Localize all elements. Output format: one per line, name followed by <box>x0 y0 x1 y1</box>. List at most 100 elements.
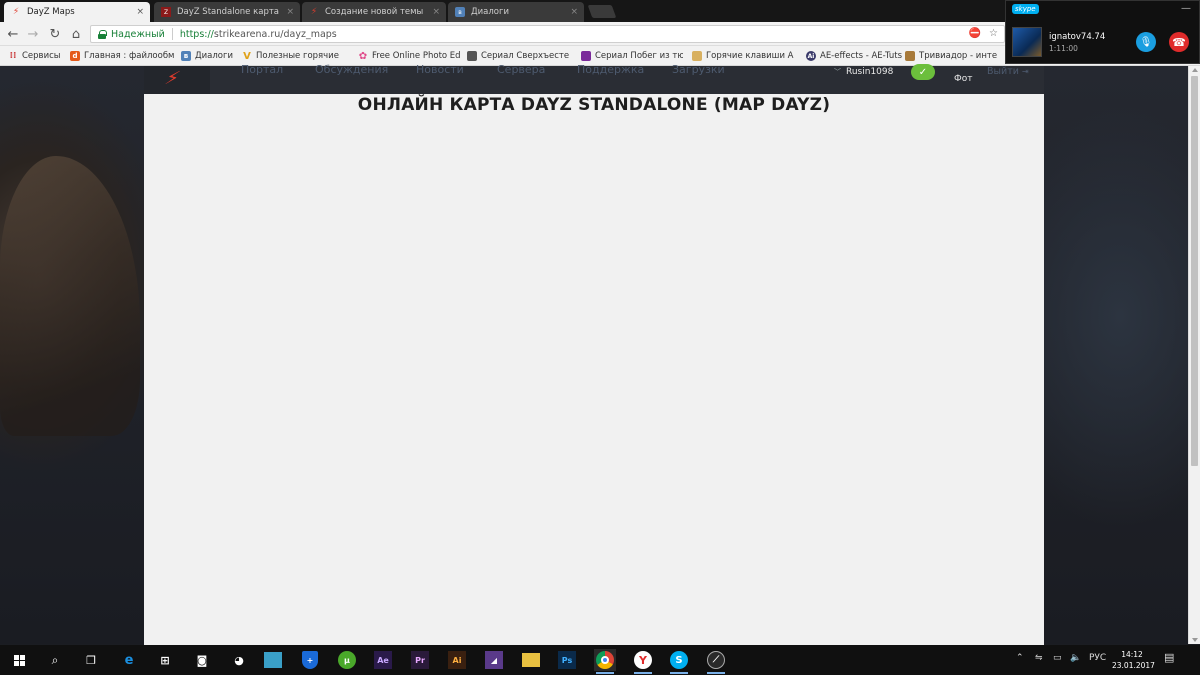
taskbar-yandex[interactable]: Y <box>632 649 654 674</box>
nav-portal[interactable]: Портал <box>241 63 283 76</box>
minimize-icon[interactable]: — <box>1181 3 1191 14</box>
apps-icon: ⁞⁞ <box>9 51 17 61</box>
bookmark-ae-hotkeys[interactable]: Горячие клавиши А <box>692 49 794 63</box>
close-icon[interactable]: × <box>432 7 440 17</box>
forward-button[interactable]: → <box>24 25 42 43</box>
taskbar-video-editor[interactable]: ◢ <box>485 651 503 669</box>
nav-discussions[interactable]: Обсуждения <box>315 63 388 76</box>
call-duration: 1:11:00 <box>1049 44 1078 53</box>
back-button[interactable]: ← <box>4 25 22 43</box>
scroll-down-icon[interactable] <box>1192 638 1198 642</box>
taskbar-after-effects[interactable]: Ae <box>374 651 392 669</box>
lightning-icon: ⚡ <box>12 7 20 17</box>
notifications-icon[interactable]: ▤ <box>1164 651 1174 664</box>
contact-name: ignatov74.74 <box>1049 32 1106 42</box>
taskbar-photoshop[interactable]: Ps <box>558 651 576 669</box>
nav-support[interactable]: Поддержка <box>577 63 644 76</box>
windows-icon <box>13 654 25 666</box>
nav-downloads[interactable]: Загрузки <box>672 63 725 76</box>
task-view-icon: ❐ <box>86 653 96 667</box>
mute-button[interactable]: 🎙 <box>1136 32 1156 52</box>
hang-up-button[interactable]: ☎ <box>1169 32 1189 52</box>
taskbar-camera[interactable]: ◙ <box>191 649 213 671</box>
taskbar-edge[interactable]: e <box>118 649 140 671</box>
close-icon[interactable]: × <box>286 7 294 17</box>
taskbar-chrome[interactable] <box>594 649 616 674</box>
volume-icon[interactable]: 🔈 <box>1070 653 1081 663</box>
phone-hangup-icon: ☎ <box>1172 35 1186 49</box>
bookmark-label: Горячие клавиши А <box>706 51 794 61</box>
bookmark-supernatural[interactable]: Сериал Сверхъесте <box>467 49 575 63</box>
bookmark-label: Сервисы <box>22 51 61 61</box>
battery-icon[interactable]: ▭ <box>1053 653 1062 663</box>
bookmark-prison-break[interactable]: Сериал Побег из тю <box>581 49 683 63</box>
close-icon[interactable]: × <box>136 7 144 17</box>
bookmark-services[interactable]: ⁞⁞ Сервисы <box>8 49 64 63</box>
lightning-icon: ⚡ <box>310 7 318 17</box>
taskbar-illustrator[interactable]: Ai <box>448 651 466 669</box>
url-host: strikearena.ru <box>213 28 281 40</box>
taskbar-skype[interactable]: S <box>668 649 690 674</box>
scroll-up-icon[interactable] <box>1192 68 1198 72</box>
start-button[interactable] <box>8 649 30 671</box>
chevron-down-icon: ﹀ <box>834 68 841 76</box>
new-tab-button[interactable] <box>587 5 617 18</box>
logout-link[interactable]: Выйти ⇥ <box>987 66 1029 77</box>
site-header: ⚡ Портал Обсуждения Новости Сервера Подд… <box>144 63 1044 94</box>
doc-icon <box>692 51 702 61</box>
nav-servers[interactable]: Сервера <box>497 63 545 76</box>
taskbar-explorer[interactable] <box>522 653 540 667</box>
taskbar-premiere[interactable]: Pr <box>411 651 429 669</box>
flower-icon: ✿ <box>358 50 368 62</box>
tray-expand-icon[interactable]: ⌃ <box>1016 653 1024 663</box>
reload-icon: ↻ <box>49 26 61 42</box>
status-check-button[interactable]: ✓ <box>911 64 935 80</box>
tab-new-topic[interactable]: ⚡ Создание новой темы × <box>302 2 446 22</box>
edge-icon: e <box>124 652 134 668</box>
user-menu[interactable]: ﹀ Rusin1098 <box>834 67 893 77</box>
tab-dialogs[interactable]: в Диалоги × <box>448 2 584 22</box>
bookmark-label: Сериал Сверхъесте <box>481 51 570 61</box>
bookmark-photo-editor[interactable]: ✿ Free Online Photo Ed <box>358 49 460 63</box>
arrow-right-icon: → <box>27 26 39 42</box>
bookmark-ae-effects[interactable]: Ai AE-effects - AE-Tuts <box>806 49 902 63</box>
nav-news[interactable]: Новости <box>416 63 464 76</box>
task-view-button[interactable]: ❐ <box>80 649 102 671</box>
bookmark-hotkeys[interactable]: V Полезные горячие <box>242 49 353 63</box>
address-bar[interactable]: Надежный https:// strikearena.ru /dayz_m… <box>90 25 1005 43</box>
vk-icon: в <box>181 51 191 61</box>
bookmark-dialogs[interactable]: в Диалоги <box>181 49 233 63</box>
taskbar-panda[interactable]: ◕ <box>228 649 250 671</box>
omnibox-icons: ⛔ ☆ <box>969 28 998 39</box>
taskbar-dayz-launcher[interactable]: ⟋ <box>705 649 727 674</box>
home-button[interactable]: ⌂ <box>67 25 85 43</box>
page-scrollbar[interactable] <box>1188 66 1200 644</box>
network-icon[interactable]: ⇋ <box>1035 653 1043 663</box>
taskbar-clock[interactable]: 14:12 23.01.2017 <box>1112 649 1155 671</box>
taskbar-store[interactable]: ⊞ <box>154 649 176 671</box>
logout-label: Выйти <box>987 66 1019 77</box>
series-icon <box>581 51 591 61</box>
store-icon: ⊞ <box>160 653 170 667</box>
main-content: ОНЛАЙН КАРТА DAYZ STANDALONE (MAP DAYZ) <box>144 94 1044 645</box>
bookmark-triviador[interactable]: Тривиадор - инте <box>905 49 1003 63</box>
taskbar-defender[interactable]: + <box>302 651 318 669</box>
photo-link[interactable]: Фот <box>954 74 973 84</box>
search-button[interactable]: ⌕ <box>44 649 66 671</box>
skype-call-window[interactable]: skype — ignatov74.74 1:11:00 🎙 ☎ <box>1005 0 1200 64</box>
tab-dayz-standalone-map[interactable]: Z DayZ Standalone карта × <box>154 2 300 22</box>
bookmark-file-exchange[interactable]: d Главная : файлообм <box>70 49 174 63</box>
bookmark-star-icon[interactable]: ☆ <box>989 28 998 39</box>
camera-icon: ◙ <box>196 653 208 667</box>
taskbar-utorrent[interactable]: µ <box>338 651 356 669</box>
tab-title: Создание новой темы <box>325 7 424 17</box>
reload-button[interactable]: ↻ <box>46 25 64 43</box>
language-indicator[interactable]: РУС <box>1089 653 1106 663</box>
bookmark-label: AE-effects - AE-Tuts <box>820 51 902 61</box>
taskbar-screenshot-app[interactable] <box>264 652 282 668</box>
site-logo[interactable]: ⚡ <box>144 66 210 94</box>
adblock-icon[interactable]: ⛔ <box>969 28 981 39</box>
tab-dayz-maps[interactable]: ⚡ DayZ Maps × <box>4 2 150 22</box>
close-icon[interactable]: × <box>570 7 578 17</box>
scrollbar-thumb[interactable] <box>1191 76 1198 466</box>
